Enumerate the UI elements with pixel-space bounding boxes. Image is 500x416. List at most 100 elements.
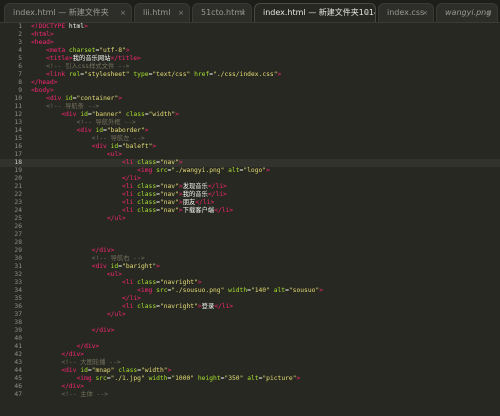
code-line[interactable]: 43 <!-- 大图轮播 --> bbox=[0, 359, 500, 367]
code-text: <head> bbox=[31, 39, 54, 47]
code-line[interactable]: 35 </li> bbox=[0, 295, 500, 303]
code-line[interactable]: 1 <!DOCTYPE html> bbox=[0, 23, 500, 31]
code-line[interactable]: 14 <div id="baborder"> bbox=[0, 127, 500, 135]
code-token: charset bbox=[68, 47, 96, 54]
close-icon[interactable]: × bbox=[120, 4, 126, 22]
tab-lii-html[interactable]: lii.html × bbox=[134, 3, 190, 22]
code-line[interactable]: 37 </ul> bbox=[0, 311, 500, 319]
line-number: 44 bbox=[14, 367, 22, 374]
line-number: 25 bbox=[14, 215, 22, 222]
tab-index-html[interactable]: index.html — 新建文件夹 × bbox=[4, 3, 132, 22]
line-number: 33 bbox=[14, 279, 22, 286]
close-icon[interactable]: × bbox=[486, 4, 492, 22]
code-token: </div> bbox=[61, 351, 85, 358]
code-line[interactable]: 9 <body> bbox=[0, 87, 500, 95]
close-icon[interactable]: × bbox=[240, 4, 246, 22]
code-token: "./sousuo.png" bbox=[171, 287, 225, 294]
code-line[interactable]: 33 <li class="navright"> bbox=[0, 279, 500, 287]
code-line[interactable]: 45 <img src="./1.jpg" width="1000" heigh… bbox=[0, 375, 500, 383]
code-line[interactable]: 21 <li class="nav">发现音乐</li> bbox=[0, 183, 500, 191]
code-line[interactable]: 20 </li> bbox=[0, 175, 500, 183]
code-text: <li class="nav">我的音乐</li> bbox=[31, 191, 227, 199]
code-line[interactable]: 34 <img src="./sousuo.png" width="140" a… bbox=[0, 287, 500, 295]
code-token: width bbox=[228, 287, 248, 294]
code-token: rel bbox=[68, 71, 81, 78]
line-number: 7 bbox=[18, 71, 22, 78]
close-icon[interactable]: × bbox=[178, 4, 184, 22]
code-token: "navright" bbox=[159, 303, 198, 310]
tab-51cto-html[interactable]: 51cto.html × bbox=[192, 3, 252, 22]
code-line[interactable]: 40 bbox=[0, 335, 500, 343]
code-line[interactable]: 2 <html> bbox=[0, 31, 500, 39]
code-token: <!-- 大图轮播 --> bbox=[61, 359, 121, 366]
code-text: <li class="nav">朋友</li> bbox=[31, 199, 214, 207]
code-line[interactable]: 15 <!-- 导航左 --> bbox=[0, 135, 500, 143]
code-line[interactable]: 26 bbox=[0, 223, 500, 231]
code-line[interactable]: 3 <head> bbox=[0, 39, 500, 47]
code-token: class bbox=[137, 191, 157, 198]
code-editor[interactable]: 1 <!DOCTYPE html> 2 <html> 3 <head> 4 <meta ch… bbox=[0, 22, 500, 416]
code-line[interactable]: 28 bbox=[0, 239, 500, 247]
code-line[interactable]: 5 <title>我的音乐网站</title> bbox=[0, 55, 500, 63]
code-line[interactable]: 27 bbox=[0, 231, 500, 239]
code-line[interactable]: 38 bbox=[0, 319, 500, 327]
code-line[interactable]: 23 <li class="nav">朋友</li> bbox=[0, 199, 500, 207]
code-token: <!-- 导航外框 --> bbox=[76, 119, 136, 126]
line-number: 1 bbox=[18, 23, 22, 30]
code-token: "nav" bbox=[159, 207, 179, 214]
code-token: "baleft" bbox=[122, 143, 153, 150]
code-token: > bbox=[319, 287, 324, 294]
code-line[interactable]: 22 <li class="nav">我的音乐</li> bbox=[0, 191, 500, 199]
code-line[interactable]: 8 </head> bbox=[0, 79, 500, 87]
code-line[interactable]: 18 <li class="nav"> bbox=[0, 159, 500, 167]
code-line[interactable]: 36 <li class="navright">登录</li> bbox=[0, 303, 500, 311]
code-line[interactable]: 29 </div> bbox=[0, 247, 500, 255]
tab-label: index.html — 新建文件夹 bbox=[13, 8, 109, 17]
code-line[interactable]: 32 <ul> bbox=[0, 271, 500, 279]
code-text: <!-- 导航左 --> bbox=[31, 135, 145, 143]
code-line[interactable]: 6 <!-- 引入css样式文件 --> bbox=[0, 63, 500, 71]
code-token: class bbox=[125, 111, 145, 118]
code-line[interactable]: 39 </div> bbox=[0, 327, 500, 335]
close-icon[interactable]: × bbox=[422, 4, 428, 22]
code-line[interactable]: 7 <link rel="stylesheet" type="text/css"… bbox=[0, 71, 500, 79]
code-line[interactable]: 46 </div> bbox=[0, 383, 500, 391]
code-line[interactable]: 16 <div id="baleft"> bbox=[0, 143, 500, 151]
code-token: > bbox=[118, 95, 123, 102]
code-line[interactable]: 30 <!-- 导航右 --> bbox=[0, 255, 500, 263]
close-icon[interactable]: × bbox=[364, 4, 370, 22]
code-line[interactable]: 44 <div id="mnap" class="width"> bbox=[0, 367, 500, 375]
code-token: > bbox=[296, 375, 301, 382]
code-text: <ul> bbox=[31, 151, 122, 159]
tab-index-css[interactable]: index.css × bbox=[378, 3, 434, 22]
tab-index-html-active[interactable]: index.html — 新建文件夹1014 × bbox=[254, 3, 376, 22]
code-token: </li> bbox=[207, 191, 227, 198]
code-text: <img src="./sousuo.png" width="140" alt=… bbox=[31, 287, 323, 295]
code-line[interactable]: 17 <ul> bbox=[0, 151, 500, 159]
code-line[interactable]: 4 <meta charset="utf-8"> bbox=[0, 47, 500, 55]
code-line[interactable]: 11 <!-- 导航条 --> bbox=[0, 103, 500, 111]
code-text: <!-- 导航右 --> bbox=[31, 255, 145, 263]
code-token: > bbox=[277, 71, 282, 78]
code-line[interactable]: 41 </div> bbox=[0, 343, 500, 351]
code-line[interactable]: 31 <div id="baright"> bbox=[0, 263, 500, 271]
code-text: </li> bbox=[31, 175, 141, 183]
code-line[interactable]: 24 <li class="nav">下载客户端</li> bbox=[0, 207, 500, 215]
code-line[interactable]: 42 </div> bbox=[0, 351, 500, 359]
code-token: src bbox=[156, 167, 168, 174]
code-token: </div> bbox=[76, 343, 100, 350]
code-line[interactable]: 10 <div id="container"> bbox=[0, 95, 500, 103]
code-token: "./css/index.css" bbox=[213, 71, 278, 78]
line-number: 31 bbox=[14, 263, 22, 270]
code-token: "picture" bbox=[262, 375, 297, 382]
code-line[interactable]: 19 <img src="./wangyi.png" alt="logo"> bbox=[0, 167, 500, 175]
code-line[interactable]: 25 </ul> bbox=[0, 215, 500, 223]
code-token: "nav" bbox=[159, 159, 179, 166]
code-line[interactable]: 47 <!-- 主体 --> bbox=[0, 391, 500, 399]
tab-wangyi-png[interactable]: wangyi.png × bbox=[436, 3, 498, 22]
tab-label: wangyi.png bbox=[445, 8, 492, 17]
code-line[interactable]: 12 <div id="banner" class="width"> bbox=[0, 111, 500, 119]
code-line[interactable]: 13 <!-- 导航外框 --> bbox=[0, 119, 500, 127]
